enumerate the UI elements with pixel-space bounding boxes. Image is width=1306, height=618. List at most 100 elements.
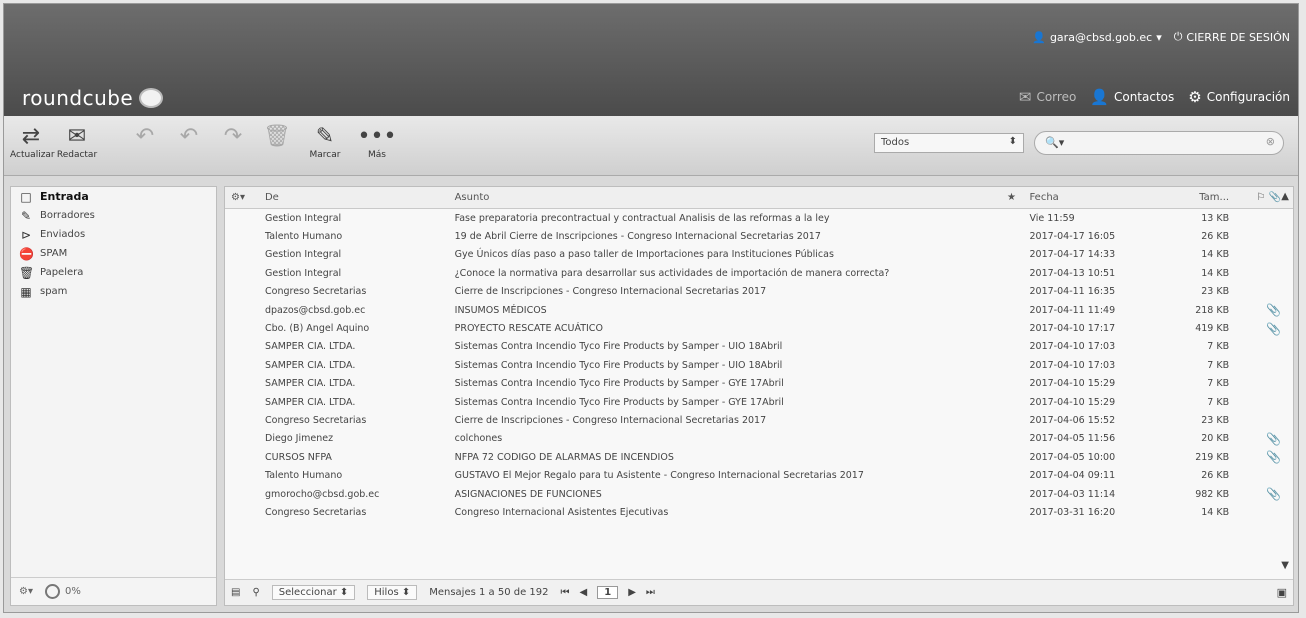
message-row[interactable]: SAMPER CIA. LTDA. Sistemas Contra Incendi… xyxy=(225,393,1293,411)
message-row[interactable]: Diego Jimenez colchones 2017-04-05 11:56 20… xyxy=(225,430,1293,448)
message-from: SAMPER CIA. LTDA. xyxy=(265,378,356,390)
message-row[interactable]: CURSOS NFPA NFPA 72 CODIGO DE ALARMAS DE … xyxy=(225,448,1293,466)
message-list: ⚙▾ De Asunto ★ Fecha Tam... ⚐ 📎 Gestion … xyxy=(224,186,1294,606)
message-from: Congreso Secretarias xyxy=(265,506,367,518)
message-subject: ¿Conoce la normativa para desarrollar su… xyxy=(454,267,890,279)
mark-button[interactable]: ✎ Marcar xyxy=(304,124,346,160)
message-row[interactable]: Gestion Integral ¿Conoce la normativa par… xyxy=(225,264,1293,282)
column-date[interactable]: Fecha xyxy=(1021,192,1171,203)
pager: ⏮ ◀ 1 ▶ ⏭ xyxy=(561,586,655,599)
user-menu[interactable]: 👤 gara@cbsd.gob.ec ▾ xyxy=(1032,31,1161,44)
logo[interactable]: roundcube xyxy=(22,86,164,110)
folder-trash[interactable]: 🗑 Papelera xyxy=(11,263,216,282)
folder-spam-lower[interactable]: ▦ spam xyxy=(11,282,216,301)
message-from: dpazos@cbsd.gob.ec xyxy=(265,304,366,316)
message-row[interactable]: gmorocho@cbsd.gob.ec ASIGNACIONES DE FUNC… xyxy=(225,485,1293,503)
message-date: 2017-04-04 09:11 xyxy=(1029,470,1116,482)
folder-drafts[interactable]: ✎ Borradores xyxy=(11,206,216,225)
message-row[interactable]: Congreso Secretarias Congreso Internacion… xyxy=(225,503,1293,521)
message-row[interactable]: SAMPER CIA. LTDA. Sistemas Contra Incendi… xyxy=(225,375,1293,393)
message-size: 419 KB xyxy=(1195,323,1230,335)
message-row[interactable]: Talento Humano GUSTAVO El Mejor Regalo pa… xyxy=(225,466,1293,484)
chevron-down-icon: ▾ xyxy=(1156,30,1162,44)
first-page-icon[interactable]: ⏮ xyxy=(561,587,570,598)
folder-sent[interactable]: ⊳ Enviados xyxy=(11,225,216,244)
flag-column-icon[interactable]: ★ xyxy=(1002,192,1022,203)
message-row[interactable]: Cbo. (B) Angel Aquino PROYECTO RESCATE AC… xyxy=(225,319,1293,337)
search-icon: 🔍▾ xyxy=(1045,136,1065,149)
message-row[interactable]: dpazos@cbsd.gob.ec INSUMOS MÉDICOS 2017-04… xyxy=(225,301,1293,319)
message-date: 2017-04-10 17:03 xyxy=(1029,341,1116,353)
compose-icon: ✉ xyxy=(67,124,87,149)
message-date: 2017-04-10 17:17 xyxy=(1029,323,1116,335)
filter-select[interactable]: Todos ⬍ xyxy=(874,133,1024,153)
message-subject: GUSTAVO El Mejor Regalo para tu Asistent… xyxy=(454,470,864,482)
reset-search-icon[interactable]: ⊗ xyxy=(1266,135,1275,148)
list-options-icon[interactable]: ⚙▾ xyxy=(225,192,257,203)
threads-menu[interactable]: Hilos ⬍ xyxy=(367,585,418,600)
folder-label: Entrada xyxy=(40,190,89,203)
message-row[interactable]: Congreso Secretarias Cierre de Inscripcio… xyxy=(225,283,1293,301)
message-from: SAMPER CIA. LTDA. xyxy=(265,359,356,371)
message-row[interactable]: Talento Humano 19 de Abril Cierre de Insc… xyxy=(225,227,1293,245)
message-row[interactable]: SAMPER CIA. LTDA. Sistemas Contra Incendi… xyxy=(225,338,1293,356)
folder-spam-upper[interactable]: ⛔ SPAM xyxy=(11,244,216,263)
message-row[interactable]: Gestion Integral Gye Únicos días paso a p… xyxy=(225,246,1293,264)
message-size: 14 KB xyxy=(1201,267,1230,279)
column-size[interactable]: Tam... xyxy=(1171,192,1233,203)
column-from[interactable]: De xyxy=(257,192,447,203)
message-subject: Gye Únicos días paso a paso taller de Im… xyxy=(454,249,834,261)
nav-mail[interactable]: ✉ Correo xyxy=(1019,88,1076,106)
chevron-down-icon: ⬍ xyxy=(1008,136,1017,147)
column-subject[interactable]: Asunto xyxy=(447,192,1002,203)
scroll-up-icon[interactable]: ▲ xyxy=(1281,191,1289,202)
message-size: 26 KB xyxy=(1201,470,1230,482)
message-from: SAMPER CIA. LTDA. xyxy=(265,396,356,408)
logout-button[interactable]: ⏻ CIERRE DE SESIÓN xyxy=(1174,30,1290,44)
user-line: 👤 gara@cbsd.gob.ec ▾ ⏻ CIERRE DE SESIÓN xyxy=(1032,30,1290,44)
folder-label: Borradores xyxy=(40,210,95,221)
more-icon: ••• xyxy=(357,124,397,149)
message-date: 2017-04-05 11:56 xyxy=(1029,433,1116,445)
list-layout-icon[interactable]: ▤ xyxy=(231,587,240,598)
message-date: 2017-04-17 16:05 xyxy=(1029,231,1116,243)
scroll-down-icon[interactable]: ▼ xyxy=(1281,560,1289,571)
message-subject: NFPA 72 CODIGO DE ALARMAS DE INCENDIOS xyxy=(454,451,674,463)
forward-button[interactable]: ↷ xyxy=(212,124,254,150)
prev-page-icon[interactable]: ◀ xyxy=(580,587,588,598)
toolbar: ⇄ Actualizar ✉ Redactar ↶ ↶ ↷ 🗑 ✎ Marcar… xyxy=(4,116,1298,176)
preview-toggle-icon[interactable]: ▣ xyxy=(1277,586,1287,599)
message-date: 2017-04-10 17:03 xyxy=(1029,359,1116,371)
message-row[interactable]: SAMPER CIA. LTDA. Sistemas Contra Incendi… xyxy=(225,356,1293,374)
message-date: 2017-04-03 11:14 xyxy=(1029,488,1116,500)
reply-all-button[interactable]: ↶ xyxy=(168,124,210,150)
folder-inbox[interactable]: □ Entrada xyxy=(11,187,216,206)
message-date: Vie 11:59 xyxy=(1029,212,1075,224)
compose-label: Redactar xyxy=(56,150,98,160)
folder-settings-icon[interactable]: ⚙▾ xyxy=(19,586,33,597)
page-number[interactable]: 1 xyxy=(597,586,619,599)
search-input[interactable]: 🔍▾ ⊗ xyxy=(1034,131,1284,155)
next-page-icon[interactable]: ▶ xyxy=(628,587,636,598)
refresh-button[interactable]: ⇄ Actualizar xyxy=(10,124,55,160)
message-from: Talento Humano xyxy=(265,470,343,482)
message-subject: Sistemas Contra Incendio Tyco Fire Produ… xyxy=(454,341,783,353)
nav-settings-label: Configuración xyxy=(1206,90,1290,104)
folder-label: spam xyxy=(40,286,68,297)
compose-button[interactable]: ✉ Redactar xyxy=(56,124,98,160)
logo-bubble-icon xyxy=(139,88,164,108)
message-subject: Cierre de Inscripciones - Congreso Inter… xyxy=(454,286,767,298)
message-row[interactable]: Congreso Secretarias Cierre de Inscripcio… xyxy=(225,411,1293,429)
refresh-label: Actualizar xyxy=(10,150,55,160)
nav-contacts[interactable]: 👤 Contactos xyxy=(1090,88,1174,106)
message-date: 2017-04-13 10:51 xyxy=(1029,267,1116,279)
reply-button[interactable]: ↶ xyxy=(124,124,166,150)
message-row[interactable]: Gestion Integral Fase preparatoria precon… xyxy=(225,209,1293,227)
threads-toggle-icon[interactable]: ⚲ xyxy=(252,587,259,598)
delete-button[interactable]: 🗑 xyxy=(256,124,298,150)
more-button[interactable]: ••• Más xyxy=(356,124,398,160)
last-page-icon[interactable]: ⏭ xyxy=(646,587,655,598)
nav-settings[interactable]: ⚙ Configuración xyxy=(1188,88,1290,106)
select-menu[interactable]: Seleccionar ⬍ xyxy=(271,585,356,600)
envelope-icon: ✉ xyxy=(1018,88,1032,106)
